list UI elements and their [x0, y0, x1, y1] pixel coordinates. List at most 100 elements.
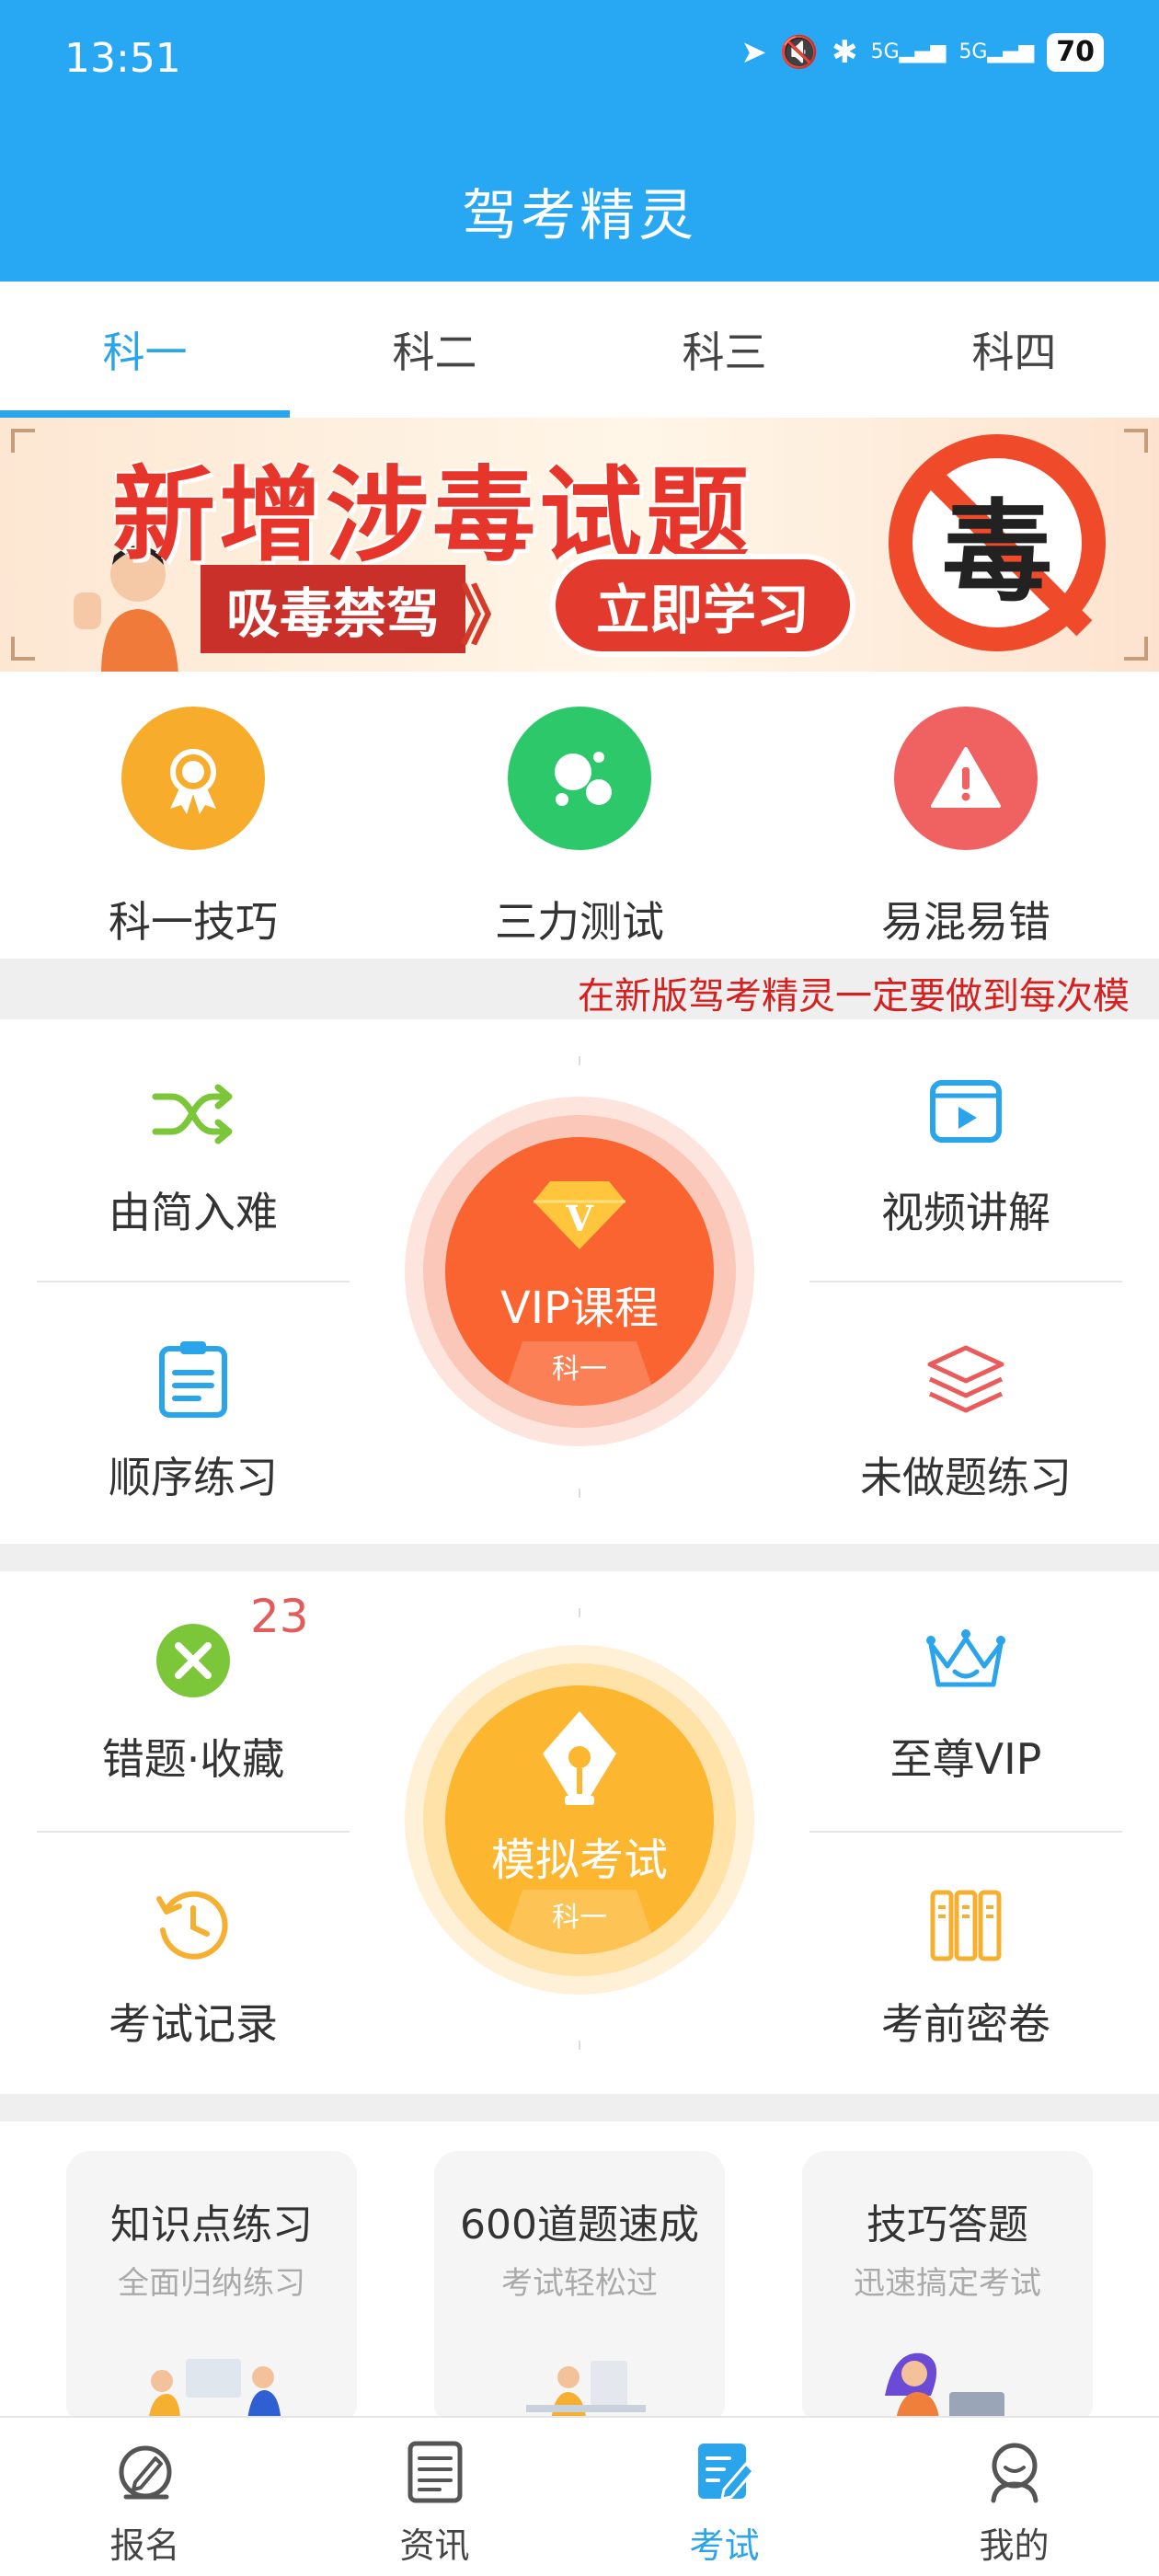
- vip-course-label: VIP课程: [500, 1282, 659, 1334]
- mock-exam-button[interactable]: 模拟考试 科一: [405, 1645, 754, 1995]
- quick-item-confusing[interactable]: 易混易错: [837, 707, 1095, 949]
- divider: [809, 1831, 1122, 1833]
- banner-arrows: 》: [460, 579, 524, 654]
- history-clock-icon: [37, 1884, 350, 1967]
- bluetooth-icon: ✱: [832, 34, 858, 71]
- nav-news[interactable]: 资讯: [290, 2418, 580, 2576]
- nav-profile[interactable]: 我的: [869, 2418, 1159, 2576]
- status-icons: ➤ 🔇 ✱ 5G▂▄▆ 5G▂▄▆ 70: [740, 33, 1104, 72]
- app-header: 13:51 ➤ 🔇 ✱ 5G▂▄▆ 5G▂▄▆ 70 驾考精灵: [0, 0, 1159, 282]
- grid-item-label: 视频讲解: [881, 1188, 1050, 1237]
- card-title: 知识点练习: [110, 2202, 313, 2248]
- wrong-count-badge: 23: [250, 1590, 309, 1643]
- vip-course-button[interactable]: V VIP课程 科一: [405, 1097, 754, 1446]
- divider: [579, 1489, 580, 1498]
- bubbles-icon: [508, 707, 651, 850]
- study-illustration-icon: [147, 2359, 281, 2427]
- exam-edit-icon: [697, 2444, 754, 2501]
- binders-icon: [809, 1884, 1122, 1967]
- nav-label: 报名: [109, 2525, 180, 2566]
- sequential-practice-button[interactable]: 顺序练习: [37, 1338, 350, 1505]
- divider: [579, 1608, 580, 1617]
- banner-corner: [1124, 429, 1148, 453]
- quick-item-tips[interactable]: 科一技巧: [64, 707, 322, 949]
- knowledge-practice-card[interactable]: 知识点练习 全面归纳练习: [66, 2151, 357, 2427]
- wrong-favorites-button[interactable]: 错题·收藏: [37, 1619, 350, 1787]
- vip-core: V VIP课程 科一: [445, 1137, 714, 1406]
- grid-item-label: 顺序练习: [109, 1453, 278, 1502]
- signal-icon-1: 5G▂▄▆: [870, 40, 947, 63]
- video-explain-button[interactable]: 视频讲解: [809, 1073, 1122, 1240]
- layers-icon: [809, 1338, 1122, 1420]
- promo-banner[interactable]: 新增涉毒试题 吸毒禁驾 》 立即学习 毒: [0, 418, 1159, 672]
- supreme-vip-button[interactable]: 至尊VIP: [809, 1619, 1122, 1787]
- 600-questions-card[interactable]: 600道题速成 考试轻松过: [434, 2151, 725, 2427]
- card-subtitle: 考试轻松过: [501, 2265, 658, 2302]
- subject-tabs: 科一 科二 科三 科四: [0, 282, 1159, 418]
- quick-item-label: 易混易错: [881, 897, 1050, 947]
- signup-pen-icon: [119, 2445, 171, 2500]
- tab-ke-san[interactable]: 科三: [580, 282, 869, 418]
- grid-item-label: 错题·收藏: [101, 1734, 285, 1784]
- quick-actions: 科一技巧 三力测试 易混易错: [0, 672, 1159, 959]
- exam-section: 错题·收藏 考试记录 至尊VIP 考前密卷 模拟考试 科一: [0, 1571, 1159, 2094]
- card-subtitle: 迅速搞定考试: [854, 2265, 1041, 2302]
- vip-badge-letter: V: [565, 1198, 594, 1239]
- warning-icon: [894, 707, 1038, 850]
- section-separator: [0, 2094, 1159, 2122]
- diamond-icon: V: [534, 1181, 625, 1249]
- bottom-nav: 报名 资讯 考试 我的: [0, 2416, 1159, 2576]
- notice-marquee[interactable]: 在新版驾考精灵一定要做到每次模: [0, 959, 1159, 1019]
- grid-item-label: 未做题练习: [860, 1453, 1072, 1502]
- shuffle-icon: [37, 1073, 350, 1156]
- skill-answer-card[interactable]: 技巧答题 迅速搞定考试: [802, 2151, 1093, 2427]
- nav-label: 我的: [979, 2525, 1050, 2566]
- desk-illustration-icon: [526, 2361, 646, 2427]
- mock-exam-subject: 科一: [500, 1890, 659, 1954]
- learn-now-button[interactable]: 立即学习: [550, 554, 856, 657]
- video-play-icon: [809, 1073, 1122, 1156]
- pen-nib-icon: [543, 1711, 616, 1805]
- tab-ke-yi[interactable]: 科一: [0, 282, 290, 418]
- no-drugs-sign-icon: 毒: [889, 434, 1106, 651]
- banner-corner: [11, 429, 35, 453]
- divider: [579, 1056, 580, 1065]
- quick-item-three-ability[interactable]: 三力测试: [451, 707, 708, 949]
- grid-item-label: 考前密卷: [881, 1999, 1050, 2049]
- signal-icon-2: 5G▂▄▆: [958, 40, 1035, 63]
- quick-item-label: 科一技巧: [109, 897, 278, 947]
- grid-item-label: 考试记录: [109, 1999, 278, 2049]
- profile-icon: [991, 2443, 1038, 2503]
- quick-item-label: 三力测试: [495, 897, 664, 947]
- divider: [579, 2041, 580, 2050]
- nav-exam[interactable]: 考试: [580, 2418, 869, 2576]
- mute-icon: 🔇: [779, 34, 820, 71]
- simple-to-hard-button[interactable]: 由简入难: [37, 1073, 350, 1240]
- clipboard-icon: [37, 1338, 350, 1420]
- practice-section: 由简入难 顺序练习 视频讲解 未做题练习 V VIP课程 科一: [0, 1019, 1159, 1544]
- mock-exam-label: 模拟考试: [490, 1834, 668, 1886]
- nav-label: 资讯: [399, 2525, 470, 2566]
- vip-ring: V VIP课程 科一: [423, 1115, 736, 1428]
- laptop-illustration-icon: [885, 2352, 1004, 2427]
- nav-signup[interactable]: 报名: [0, 2418, 290, 2576]
- divider: [37, 1281, 350, 1282]
- exam-record-button[interactable]: 考试记录: [37, 1884, 350, 2052]
- battery-indicator: 70: [1047, 33, 1104, 72]
- section-separator: [0, 1544, 1159, 1571]
- mock-exam-core: 模拟考试 科一: [445, 1685, 714, 1954]
- undone-practice-button[interactable]: 未做题练习: [809, 1338, 1122, 1505]
- feature-cards: 知识点练习 全面归纳练习 600道题速成 考试轻松过 技巧答题 迅速搞定考试: [0, 2122, 1159, 2427]
- grid-item-label: 至尊VIP: [889, 1734, 1042, 1784]
- marquee-text: 在新版驾考精灵一定要做到每次模: [578, 975, 1130, 1018]
- banner-corner: [1124, 637, 1148, 661]
- tab-ke-er[interactable]: 科二: [290, 282, 580, 418]
- pre-exam-papers-button[interactable]: 考前密卷: [809, 1884, 1122, 2052]
- nav-label: 考试: [689, 2525, 760, 2566]
- card-title: 技巧答题: [866, 2202, 1028, 2248]
- divider: [809, 1281, 1122, 1282]
- tab-ke-si[interactable]: 科四: [869, 282, 1159, 418]
- location-icon: ➤: [740, 34, 767, 71]
- card-title: 600道题速成: [460, 2202, 699, 2248]
- card-subtitle: 全面归纳练习: [118, 2265, 305, 2302]
